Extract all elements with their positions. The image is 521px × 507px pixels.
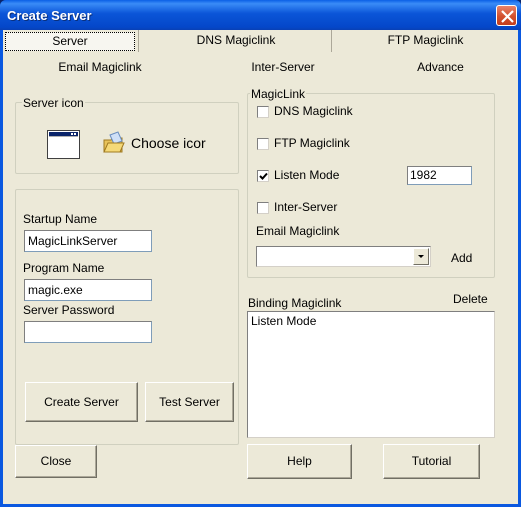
help-button[interactable]: Help <box>247 444 352 479</box>
checkmark-icon <box>259 172 268 180</box>
tab-label: Email Magiclink <box>58 60 142 74</box>
close-x-icon <box>501 10 514 23</box>
tab-divider <box>331 30 332 52</box>
window-title: Create Server <box>7 8 92 23</box>
tab-ftp-magiclink[interactable]: FTP Magiclink <box>333 33 518 47</box>
program-name-label: Program Name <box>23 261 105 275</box>
checkbox-box[interactable] <box>257 106 269 118</box>
checkbox-label: DNS Magiclink <box>274 104 353 118</box>
tab-label: Server <box>52 34 88 48</box>
magiclink-legend: MagicLink <box>250 87 307 101</box>
server-password-input[interactable] <box>24 321 152 343</box>
tab-label: DNS Magiclink <box>196 33 276 47</box>
tab-label: Inter-Server <box>251 60 315 74</box>
checkbox-box[interactable] <box>257 202 269 214</box>
program-name-input[interactable]: magic.exe <box>24 279 152 301</box>
checkbox-label: Inter-Server <box>274 200 338 214</box>
tab-dns-magiclink[interactable]: DNS Magiclink <box>139 33 333 47</box>
server-info-group: Startup Name MagicLinkServer Program Nam… <box>15 189 239 445</box>
tab-advance[interactable]: Advance <box>373 60 508 74</box>
binding-magiclink-list[interactable]: Listen Mode <box>247 311 495 438</box>
window-icon <box>47 130 80 159</box>
chevron-down-icon <box>418 255 424 258</box>
checkbox-label: Listen Mode <box>274 168 340 182</box>
email-magiclink-select[interactable] <box>256 246 431 267</box>
title-bar[interactable]: Create Server <box>0 0 521 30</box>
choose-icon-label: Choose icor <box>131 135 206 151</box>
choose-icon-button[interactable]: Choose icor <box>102 131 212 157</box>
listen-port-input[interactable]: 1982 <box>407 166 472 185</box>
server-icon-legend: Server icon <box>22 96 85 110</box>
tab-inter-server[interactable]: Inter-Server <box>188 60 378 74</box>
tab-label: Advance <box>417 60 464 74</box>
checkbox-label: FTP Magiclink <box>274 136 350 150</box>
startup-name-input[interactable]: MagicLinkServer <box>24 230 152 252</box>
close-window-button[interactable] <box>496 5 517 26</box>
checkbox-box[interactable] <box>257 138 269 150</box>
list-item[interactable]: Listen Mode <box>251 314 491 328</box>
close-button[interactable]: Close <box>15 445 97 478</box>
email-magiclink-label: Email Magiclink <box>256 224 340 238</box>
delete-link[interactable]: Delete <box>453 292 488 306</box>
server-password-label: Server Password <box>23 303 115 317</box>
create-server-button[interactable]: Create Server <box>25 382 138 422</box>
tutorial-button[interactable]: Tutorial <box>383 444 480 479</box>
tab-email-magiclink[interactable]: Email Magiclink <box>5 60 195 74</box>
dropdown-button[interactable] <box>413 248 429 265</box>
startup-name-label: Startup Name <box>23 212 98 226</box>
tab-label: FTP Magiclink <box>387 33 464 47</box>
tab-server[interactable]: Server <box>5 32 135 51</box>
server-icon-group: Server icon Choose icor <box>15 96 239 174</box>
binding-magiclink-label: Binding Magiclink <box>248 296 342 310</box>
dialog-body: Server DNS Magiclink FTP Magiclink Email… <box>3 30 518 504</box>
checkbox-box[interactable] <box>257 170 269 182</box>
test-server-button[interactable]: Test Server <box>145 382 234 422</box>
folder-open-icon <box>103 131 125 153</box>
create-server-window: Create Server Server DNS Magiclink FTP M… <box>0 0 521 507</box>
add-link[interactable]: Add <box>451 251 472 265</box>
magiclink-group: MagicLink DNS Magiclink FTP Magiclink Li… <box>247 87 495 278</box>
